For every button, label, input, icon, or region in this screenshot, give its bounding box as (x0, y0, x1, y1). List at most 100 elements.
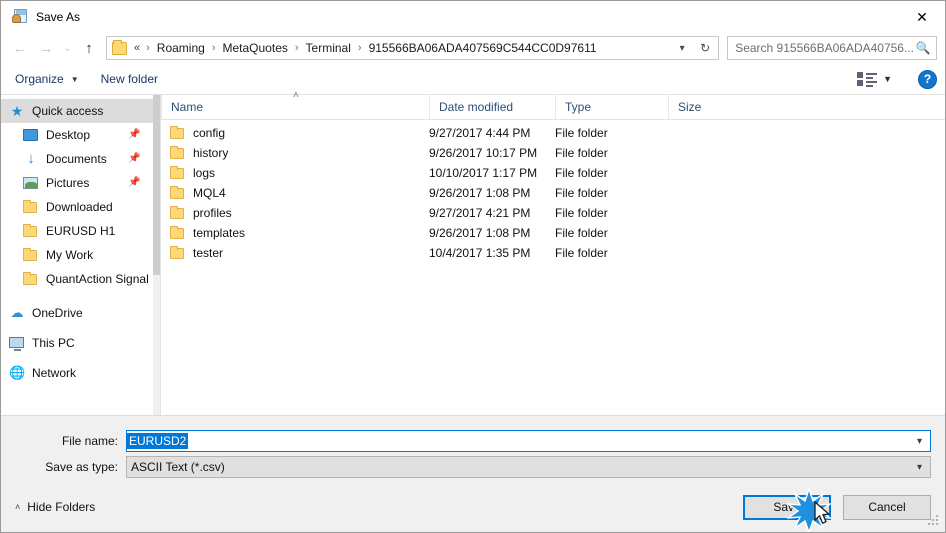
file-type-cell: File folder (555, 206, 608, 220)
file-name-label: config (193, 126, 226, 140)
pin-icon[interactable]: 📌 (128, 154, 140, 164)
breadcrumb-item-roaming[interactable]: Roaming (156, 41, 206, 55)
window-title: Save As (36, 9, 81, 24)
table-row[interactable]: history 9/26/2017 10:17 PM File folder (161, 143, 945, 163)
sidebar-item-downloaded[interactable]: Downloaded (1, 195, 160, 219)
navigation-pane: ★ Quick access Desktop 📌 ↓ Documents 📌 P… (1, 95, 161, 415)
file-name-cell: templates (161, 223, 429, 243)
sidebar-item-my-work[interactable]: My Work (1, 243, 160, 267)
breadcrumb: « › Roaming › MetaQuotes › Terminal › 91… (134, 41, 598, 55)
file-date-cell: 10/10/2017 1:17 PM (429, 166, 538, 180)
file-name-label: tester (193, 246, 224, 260)
address-bar[interactable]: « › Roaming › MetaQuotes › Terminal › 91… (106, 36, 720, 60)
organize-button[interactable]: Organize ▼ (15, 72, 79, 86)
file-type-cell: File folder (555, 126, 608, 140)
sidebar-item-desktop[interactable]: Desktop 📌 (1, 123, 160, 147)
view-options-icon[interactable] (857, 71, 879, 87)
table-row[interactable]: MQL4 9/26/2017 1:08 PM File folder (161, 183, 945, 203)
refresh-icon[interactable]: ↻ (694, 37, 716, 59)
desktop-icon (23, 127, 39, 143)
up-button[interactable]: ↑ (76, 35, 102, 61)
search-box[interactable]: Search 915566BA06ADA40756... 🔍 (727, 36, 937, 60)
sidebar-scrollbar-thumb[interactable] (153, 95, 160, 275)
forward-button[interactable]: → (33, 35, 59, 61)
sidebar-item-eurusd-h1[interactable]: EURUSD H1 (1, 219, 160, 243)
file-name-label: history (193, 146, 229, 160)
table-row[interactable]: profiles 9/27/2017 4:21 PM File folder (161, 203, 945, 223)
save-as-type-select[interactable]: ASCII Text (*.csv) ▾ (126, 456, 931, 478)
help-icon[interactable]: ? (918, 69, 937, 89)
save-panel: File name: EURUSD2 ▾ Save as type: ASCII… (1, 416, 945, 532)
folder-icon (170, 245, 184, 259)
save-as-type-label: Save as type: (45, 460, 118, 474)
sidebar-item-network[interactable]: 🌐 Network (1, 361, 160, 385)
command-toolbar: Organize ▼ New folder ▼ ? (1, 64, 945, 95)
cancel-button[interactable]: Cancel (843, 494, 931, 520)
star-icon: ★ (10, 103, 24, 119)
breadcrumb-item-terminal-id[interactable]: 915566BA06ADA407569C544CC0D97611 (368, 41, 598, 55)
breadcrumb-item-metaquotes[interactable]: MetaQuotes (222, 41, 289, 55)
pin-icon[interactable]: 📌 (128, 178, 140, 188)
save-as-type-row: Save as type: ASCII Text (*.csv) ▾ (1, 456, 945, 478)
column-header-type[interactable]: Type (555, 94, 668, 120)
column-header-size[interactable]: Size (668, 94, 748, 120)
back-button[interactable]: ← (7, 35, 33, 61)
column-header-date-modified[interactable]: Date modified (429, 94, 555, 120)
file-name-value[interactable]: EURUSD2 (127, 433, 189, 449)
file-name-row: File name: EURUSD2 ▾ (1, 430, 945, 452)
sidebar-item-quick-access[interactable]: ★ Quick access (1, 99, 160, 123)
file-size-cell (668, 123, 748, 143)
file-name-label: profiles (193, 206, 232, 220)
sidebar-item-label: OneDrive (32, 306, 83, 320)
network-icon: 🌐 (9, 365, 26, 380)
sidebar-item-quantaction-signal[interactable]: QuantAction Signal (1, 267, 160, 291)
title-bar: Save As ✕ (1, 1, 945, 32)
save-button[interactable]: Save (743, 494, 831, 520)
sidebar-item-documents[interactable]: ↓ Documents 📌 (1, 147, 160, 171)
hide-folders-button[interactable]: ˄ Hide Folders (15, 500, 95, 514)
table-row[interactable]: templates 9/26/2017 1:08 PM File folder (161, 223, 945, 243)
table-row[interactable]: tester 10/4/2017 1:35 PM File folder (161, 243, 945, 263)
organize-label: Organize (15, 72, 64, 86)
file-name-cell: config (161, 123, 429, 143)
cloud-icon: ☁ (10, 305, 24, 320)
table-row[interactable]: logs 10/10/2017 1:17 PM File folder (161, 163, 945, 183)
sidebar-item-label: Downloaded (46, 200, 113, 214)
sidebar-item-pictures[interactable]: Pictures 📌 (1, 171, 160, 195)
close-icon[interactable]: ✕ (899, 1, 945, 32)
new-folder-button[interactable]: New folder (101, 72, 158, 86)
file-size-cell (668, 143, 748, 163)
chevron-down-icon[interactable]: ▼ (883, 74, 892, 84)
chevron-down-icon[interactable]: ▾ (917, 457, 922, 477)
file-list: ˄ Name Date modified Type Size config 9/… (161, 90, 945, 415)
sidebar-item-onedrive[interactable]: ☁ OneDrive (1, 301, 160, 325)
pictures-icon (23, 175, 39, 191)
file-type-cell: File folder (555, 226, 608, 240)
table-row[interactable]: config 9/27/2017 4:44 PM File folder (161, 123, 945, 143)
chevron-down-icon[interactable]: ▾ (672, 37, 692, 59)
folder-icon (23, 271, 39, 287)
file-name-cell: tester (161, 243, 429, 263)
chevron-down-icon: ▼ (70, 74, 79, 84)
file-name-cell: MQL4 (161, 183, 429, 203)
breadcrumb-separator: › (211, 42, 216, 54)
chevron-down-icon[interactable]: ▾ (917, 431, 922, 451)
column-headers: ˄ Name Date modified Type Size (161, 90, 945, 120)
folder-icon (170, 205, 184, 219)
sidebar-item-label: EURUSD H1 (46, 224, 116, 238)
breadcrumb-item-terminal[interactable]: Terminal (305, 41, 352, 55)
sidebar-item-label: Documents (46, 152, 107, 166)
pin-icon[interactable]: 📌 (128, 130, 140, 140)
sidebar-item-this-pc[interactable]: This PC (1, 331, 160, 355)
breadcrumb-separator: › (294, 42, 299, 54)
sidebar-scrollbar[interactable] (153, 95, 160, 415)
recent-locations-button[interactable]: ⌄ (59, 35, 76, 61)
file-name-input[interactable]: EURUSD2 ▾ (126, 430, 931, 452)
file-name-label: File name: (61, 434, 118, 448)
sidebar-item-label: Quick access (32, 104, 104, 118)
resize-grip[interactable] (928, 515, 940, 527)
file-type-cell: File folder (555, 166, 608, 180)
file-size-cell (668, 163, 748, 183)
breadcrumb-separator: › (146, 42, 150, 54)
search-input[interactable]: Search 915566BA06ADA40756... (735, 41, 914, 55)
